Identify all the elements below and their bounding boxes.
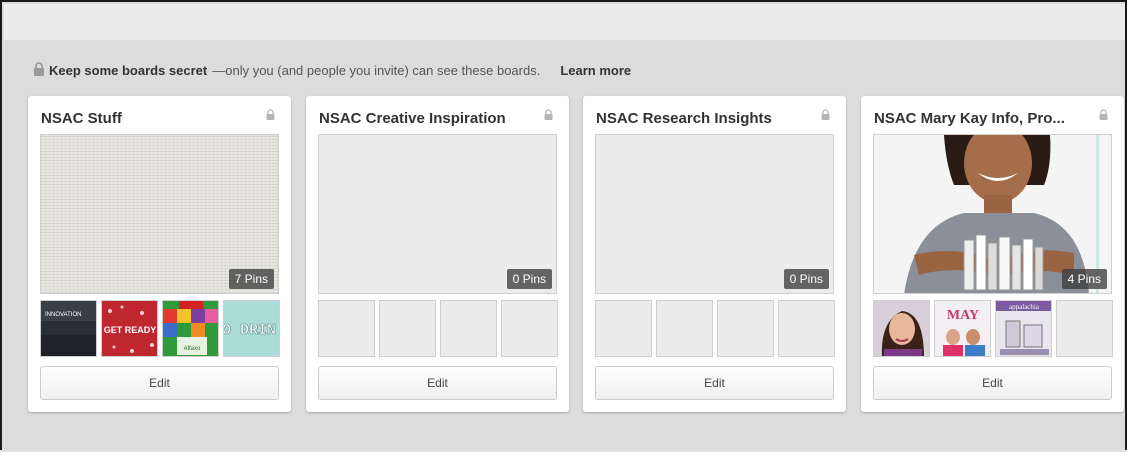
lock-icon	[821, 109, 830, 120]
board-title[interactable]: NSAC Mary Kay Info, Pro...	[874, 110, 1094, 127]
secret-boards-notice: Keep some boards secret —only you (and p…	[33, 60, 631, 80]
thumb-text: GET READY	[104, 325, 157, 335]
thumb-text: O DRIN	[224, 322, 276, 339]
board-cover-placeholder[interactable]: 0 Pins	[595, 134, 834, 294]
board-thumbnails	[595, 300, 835, 357]
thumbnail-image[interactable]: INNOVATION	[40, 300, 97, 357]
thumbnail-placeholder	[778, 300, 835, 357]
thumb-text: INNOVATION	[45, 312, 81, 318]
board-title[interactable]: NSAC Research Insights	[596, 110, 816, 127]
thumbnail-placeholder	[379, 300, 436, 357]
edit-board-button[interactable]: Edit	[318, 366, 557, 400]
thumbnail-image[interactable]: O DRIN	[223, 300, 280, 357]
top-bar	[4, 4, 1125, 40]
thumbnail-placeholder	[440, 300, 497, 357]
board-thumbnails: MAY appalachia	[873, 300, 1113, 357]
board-card[interactable]: NSAC Mary Kay Info, Pro... 4 Pins MAY ap…	[861, 96, 1124, 412]
board-title[interactable]: NSAC Stuff	[41, 110, 261, 127]
pin-count-badge: 0 Pins	[506, 269, 552, 289]
thumb-text: appalachia	[1009, 303, 1040, 311]
board-cover-image[interactable]: 4 Pins	[873, 134, 1112, 294]
notice-text: —only you (and people you invite) can se…	[212, 62, 541, 78]
thumbnail-graphic: INNOVATION	[41, 301, 96, 356]
learn-more-link[interactable]: Learn more	[560, 63, 631, 78]
thumbnail-placeholder	[318, 300, 375, 357]
notice-bold-text: Keep some boards secret	[49, 62, 208, 78]
lock-icon	[544, 109, 553, 120]
thumbnail-graphic: MAY	[935, 301, 990, 356]
thumbnail-placeholder	[595, 300, 652, 357]
board-thumbnails	[318, 300, 558, 357]
edit-board-button[interactable]: Edit	[40, 366, 279, 400]
thumbnail-graphic: appalachia	[996, 301, 1051, 356]
thumbnail-placeholder	[1056, 300, 1113, 357]
thumb-text: Alfaxo	[184, 346, 201, 352]
board-card[interactable]: NSAC Stuff 7 Pins INNOVATION GET READY A…	[28, 96, 291, 412]
edit-board-button[interactable]: Edit	[873, 366, 1112, 400]
thumbnail-graphic: O DRIN	[224, 301, 279, 356]
thumbnail-image[interactable]: Alfaxo	[162, 300, 219, 357]
lock-icon	[1099, 109, 1108, 120]
thumb-text: MAY	[947, 308, 979, 323]
lock-icon	[34, 62, 44, 76]
thumbnail-image[interactable]: MAY	[934, 300, 991, 357]
thumbnail-placeholder	[717, 300, 774, 357]
thumbnail-image[interactable]: appalachia	[995, 300, 1052, 357]
pin-count-badge: 0 Pins	[783, 269, 829, 289]
thumbnail-image[interactable]	[873, 300, 930, 357]
edit-board-button[interactable]: Edit	[595, 366, 834, 400]
thumbnail-placeholder	[656, 300, 713, 357]
thumbnail-placeholder	[501, 300, 558, 357]
thumbnail-graphic: GET READY	[102, 301, 157, 356]
board-cover-image[interactable]: 7 Pins	[40, 134, 279, 294]
board-cover-placeholder[interactable]: 0 Pins	[318, 134, 557, 294]
thumbnail-image[interactable]: GET READY	[101, 300, 158, 357]
board-card[interactable]: NSAC Research Insights 0 Pins Edit	[583, 96, 846, 412]
thumbnail-graphic	[874, 301, 929, 356]
pin-count-badge: 7 Pins	[228, 269, 274, 289]
board-thumbnails: INNOVATION GET READY Alfaxo O DRIN	[40, 300, 280, 357]
pin-count-badge: 4 Pins	[1061, 269, 1107, 289]
lock-icon	[266, 109, 275, 120]
board-card[interactable]: NSAC Creative Inspiration 0 Pins Edit	[306, 96, 569, 412]
thumbnail-graphic: Alfaxo	[163, 301, 218, 356]
board-title[interactable]: NSAC Creative Inspiration	[319, 110, 539, 127]
